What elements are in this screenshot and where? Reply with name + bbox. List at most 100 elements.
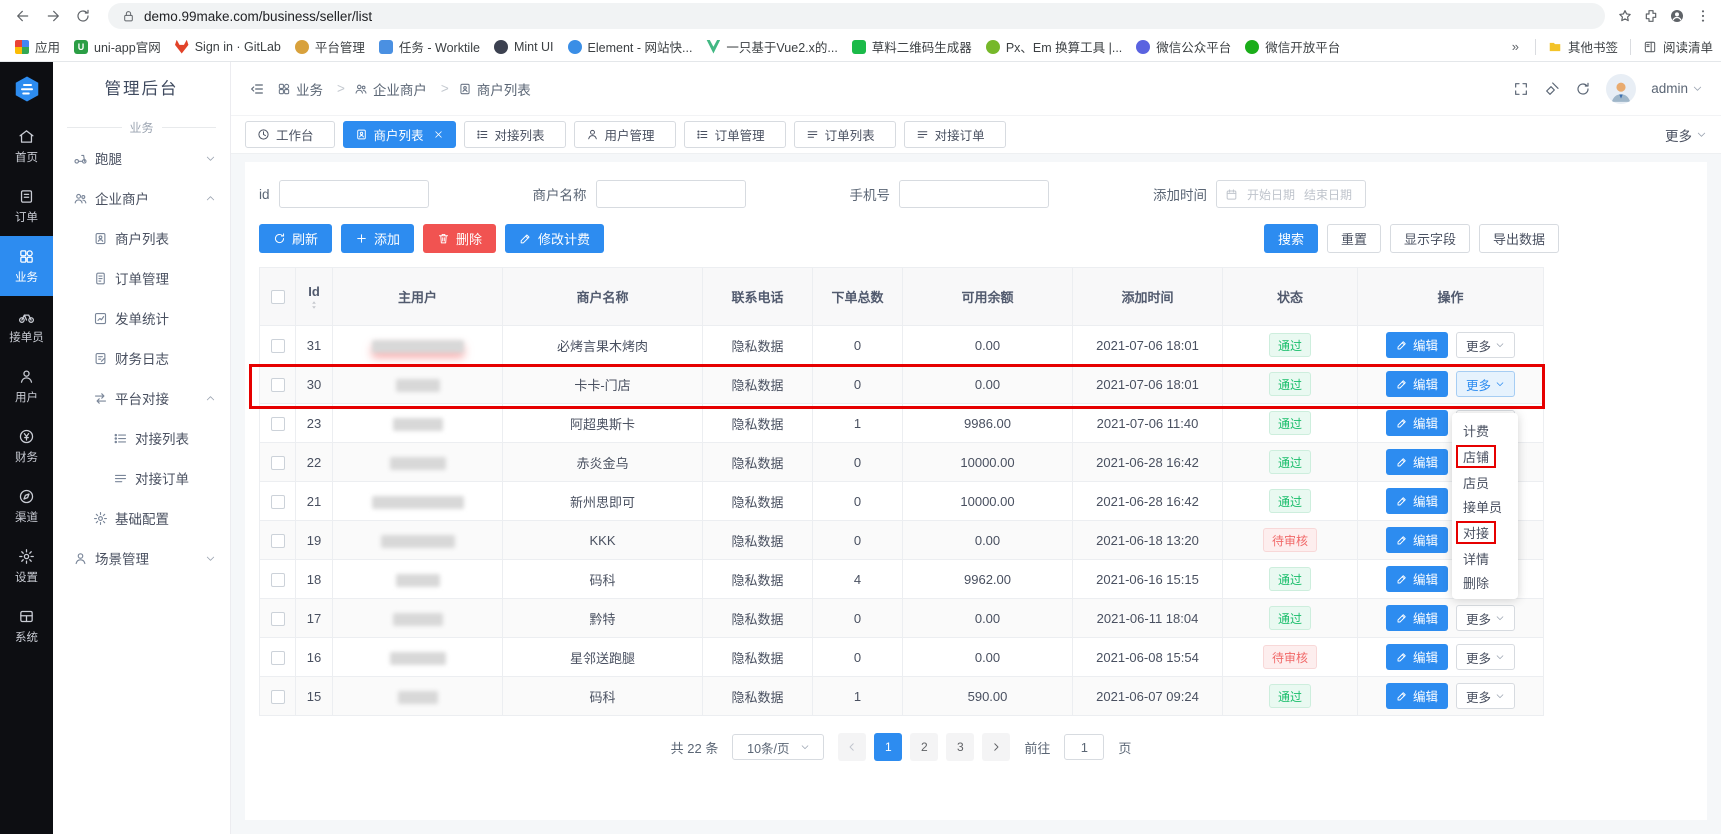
row-checkbox[interactable] (271, 456, 285, 470)
sidebar-menu-item[interactable]: 财务日志 (53, 338, 230, 378)
bookmark[interactable]: 平台管理 (288, 34, 372, 59)
edit-button[interactable]: 编辑 (1386, 449, 1448, 475)
more-button[interactable]: 更多 (1456, 644, 1515, 670)
row-checkbox[interactable] (271, 651, 285, 665)
tab[interactable]: 工作台 (245, 121, 335, 148)
tab[interactable]: 商户列表 (343, 121, 456, 148)
sidebar-menu-item[interactable]: 对接列表 (53, 418, 230, 458)
more-button[interactable]: 更多 (1456, 605, 1515, 631)
phone-input[interactable] (899, 180, 1049, 208)
bookmark[interactable]: Px、Em 换算工具 |... (979, 34, 1129, 59)
tab[interactable]: 用户管理 (574, 121, 676, 148)
edit-button[interactable]: 编辑 (1386, 683, 1448, 709)
bookmarks-overflow-chevron[interactable]: » (1508, 39, 1523, 54)
rail-item[interactable]: 首页 (0, 116, 53, 176)
next-page-icon[interactable] (982, 733, 1010, 761)
prev-page-icon[interactable] (838, 733, 866, 761)
tab[interactable]: 对接列表 (464, 121, 566, 148)
bookmark[interactable]: 一只基于Vue2.x的... (699, 34, 844, 59)
refresh-button[interactable]: 刷新 (259, 224, 332, 253)
row-checkbox[interactable] (271, 612, 285, 626)
reload-icon[interactable] (70, 3, 96, 29)
rail-item[interactable]: 设置 (0, 536, 53, 596)
tab[interactable]: 订单列表 (794, 121, 896, 148)
dropdown-menu-item[interactable]: 店员 (1452, 470, 1518, 494)
edit-button[interactable]: 编辑 (1386, 488, 1448, 514)
date-range-picker[interactable]: 开始日期 结束日期 (1216, 180, 1366, 208)
bookmark-star-icon[interactable] (1617, 8, 1633, 24)
breadcrumb-item[interactable]: 业务 > (277, 79, 354, 99)
breadcrumb-item[interactable]: 商户列表 (458, 79, 554, 99)
rail-item[interactable]: 渠道 (0, 476, 53, 536)
tabs-more-button[interactable]: 更多 (1665, 125, 1707, 145)
sidebar-menu-item[interactable]: 平台对接 (53, 378, 230, 418)
dropdown-menu-item[interactable]: 计费 (1452, 418, 1518, 442)
export-button[interactable]: 导出数据 (1479, 224, 1559, 253)
edit-button[interactable]: 编辑 (1386, 527, 1448, 553)
refresh-icon[interactable] (1575, 81, 1591, 97)
rail-item[interactable]: 系统 (0, 596, 53, 656)
extensions-icon[interactable] (1643, 8, 1659, 24)
menu-fold-icon[interactable] (249, 81, 265, 97)
sidebar-menu-item[interactable]: 跑腿 (53, 138, 230, 178)
bookmark[interactable]: U uni-app官网 (67, 34, 168, 59)
delete-button[interactable]: 删除 (423, 224, 496, 253)
sort-icon[interactable] (309, 300, 319, 310)
show-fields-button[interactable]: 显示字段 (1390, 224, 1470, 253)
close-icon[interactable] (433, 129, 444, 140)
sidebar-menu-item[interactable]: 企业商户 (53, 178, 230, 218)
sidebar-menu-item[interactable]: 商户列表 (53, 218, 230, 258)
reset-button[interactable]: 重置 (1327, 224, 1381, 253)
fullscreen-icon[interactable] (1513, 81, 1529, 97)
goto-page-input[interactable] (1064, 734, 1104, 760)
select-all-checkbox[interactable] (271, 290, 285, 304)
row-checkbox[interactable] (271, 339, 285, 353)
url-bar[interactable]: demo.99make.com/business/seller/list (108, 3, 1605, 29)
profile-icon[interactable] (1669, 8, 1685, 24)
row-checkbox[interactable] (271, 417, 285, 431)
rail-item[interactable]: 财务 (0, 416, 53, 476)
more-button[interactable]: 更多 (1456, 332, 1515, 358)
back-icon[interactable] (10, 3, 36, 29)
sidebar-menu-item[interactable]: 订单管理 (53, 258, 230, 298)
more-button[interactable]: 更多 (1456, 371, 1515, 397)
bookmark[interactable]: 应用 (8, 34, 67, 59)
merchant-name-input[interactable] (596, 180, 746, 208)
more-button[interactable]: 更多 (1456, 683, 1515, 709)
bookmark[interactable]: 微信公众平台 (1129, 34, 1238, 59)
user-menu[interactable]: admin (1651, 81, 1703, 96)
bookmark[interactable]: Mint UI (487, 37, 561, 57)
forward-icon[interactable] (40, 3, 66, 29)
dropdown-menu-item[interactable]: 接单员 (1452, 494, 1518, 518)
sidebar-menu-item[interactable]: 场景管理 (53, 538, 230, 578)
tab[interactable]: 订单管理 (684, 121, 786, 148)
rail-item[interactable]: 业务 (0, 236, 53, 296)
rail-item[interactable]: 订单 (0, 176, 53, 236)
broom-icon[interactable] (1544, 81, 1560, 97)
bookmark[interactable]: 任务 - Worktile (372, 34, 487, 59)
row-checkbox[interactable] (271, 534, 285, 548)
row-checkbox[interactable] (271, 690, 285, 704)
row-checkbox[interactable] (271, 495, 285, 509)
reading-list[interactable]: 阅读清单 (1643, 37, 1713, 56)
search-button[interactable]: 搜索 (1264, 224, 1318, 253)
dropdown-menu-item[interactable]: 详情 (1452, 546, 1518, 570)
dropdown-menu-item[interactable]: 删除 (1452, 570, 1518, 594)
avatar[interactable] (1606, 74, 1636, 104)
tab[interactable]: 对接订单 (904, 121, 1006, 148)
bookmark[interactable]: 微信开放平台 (1238, 34, 1347, 59)
edit-billing-button[interactable]: 修改计费 (505, 224, 604, 253)
other-bookmarks[interactable]: 其他书签 (1548, 37, 1618, 56)
bookmark[interactable]: 草料二维码生成器 (845, 34, 979, 59)
rail-item[interactable]: 用户 (0, 356, 53, 416)
edit-button[interactable]: 编辑 (1386, 605, 1448, 631)
menu-dots-icon[interactable] (1695, 8, 1711, 24)
page-button[interactable]: 3 (946, 733, 974, 761)
rail-item[interactable]: 接单员 (0, 296, 53, 356)
sidebar-menu-item[interactable]: 基础配置 (53, 498, 230, 538)
dropdown-menu-item[interactable]: 对接 (1452, 518, 1518, 546)
edit-button[interactable]: 编辑 (1386, 644, 1448, 670)
add-button[interactable]: 添加 (341, 224, 414, 253)
page-size-select[interactable]: 10条/页 (732, 734, 824, 760)
bookmark[interactable]: Element - 网站快... (561, 34, 700, 59)
